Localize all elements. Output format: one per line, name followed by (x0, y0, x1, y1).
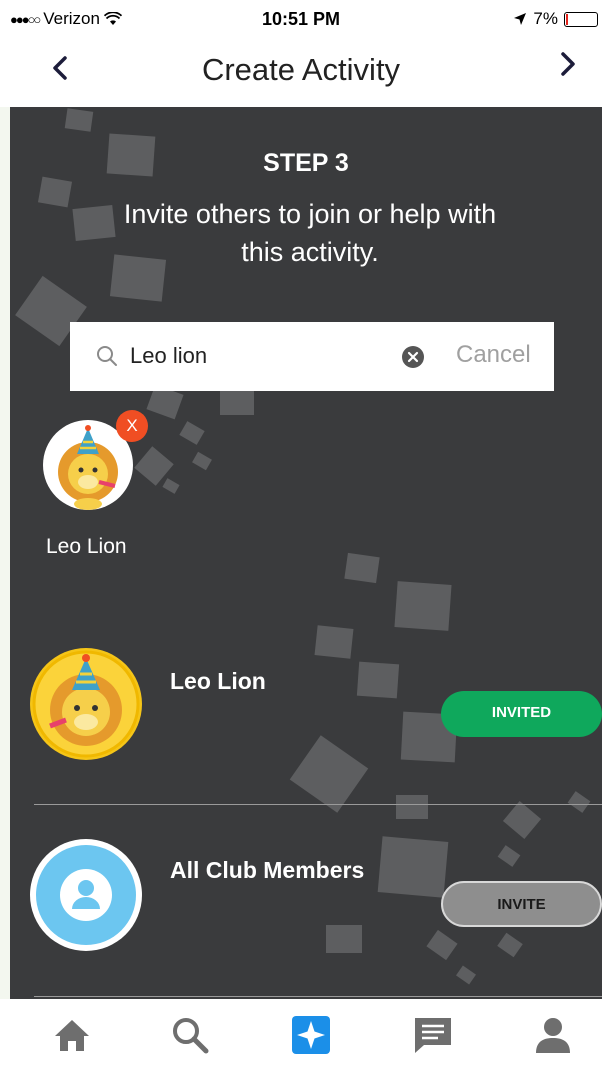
result-avatar-all-club-members[interactable] (30, 839, 142, 951)
decorative-square (162, 478, 180, 494)
battery-percent: 7% (533, 9, 558, 28)
selected-member-name: Leo Lion (46, 535, 127, 558)
tab-bar (0, 999, 602, 1069)
search-input[interactable] (130, 340, 410, 372)
tab-profile[interactable] (531, 1013, 575, 1057)
status-bar: ●●●○○ Verizon 10:51 PM 7% (0, 0, 602, 40)
next-chevron-icon[interactable] (554, 50, 582, 78)
decorative-square (497, 932, 523, 958)
left-edge-strip (0, 107, 10, 999)
page-title: Create Activity (201, 52, 401, 87)
tab-create[interactable] (289, 1013, 333, 1057)
decorative-square (344, 552, 380, 584)
cancel-search-button[interactable]: Cancel (456, 341, 531, 369)
invited-button[interactable]: INVITED (441, 691, 602, 737)
profile-icon (536, 1018, 570, 1053)
create-activity-icon (292, 1016, 330, 1054)
home-icon (55, 1020, 89, 1051)
decorative-square (426, 929, 458, 961)
battery-level (566, 13, 568, 25)
decorative-square (456, 965, 476, 985)
tab-messages[interactable] (411, 1013, 455, 1057)
row-divider (34, 804, 602, 805)
invite-button[interactable]: INVITE (441, 881, 602, 927)
location-arrow-icon (514, 13, 527, 25)
step-title: STEP 3 (263, 149, 349, 177)
search-icon (173, 1018, 209, 1054)
decorative-square (220, 389, 254, 415)
decorative-square (497, 845, 521, 867)
decorative-square (37, 176, 73, 208)
nav-bar: Create Activity (0, 40, 602, 107)
decorative-square (356, 661, 400, 699)
decorative-square (326, 925, 362, 953)
decorative-square (394, 581, 452, 631)
decorative-square (377, 836, 449, 898)
group-avatar-icon (36, 845, 136, 945)
messages-icon (415, 1018, 451, 1053)
result-name-all-club-members: All Club Members (170, 857, 365, 883)
status-right: 7% (513, 9, 598, 29)
clock: 10:51 PM (261, 9, 341, 29)
search-bar: Cancel (70, 322, 554, 391)
decorative-square (314, 625, 354, 659)
search-icon (97, 346, 117, 366)
decorative-square (64, 108, 94, 132)
battery-icon (564, 11, 598, 27)
tab-home[interactable] (50, 1013, 94, 1057)
remove-selected-button[interactable]: X (116, 410, 148, 442)
decorative-square (289, 735, 369, 813)
main-content: STEP 3 Invite others to join or help wit… (10, 107, 602, 999)
row-divider (34, 996, 602, 997)
decorative-square (567, 791, 591, 813)
decorative-square (192, 451, 212, 471)
decorative-square (502, 801, 542, 839)
result-name-leo-lion: Leo Lion (170, 668, 266, 694)
tab-search[interactable] (168, 1013, 212, 1057)
decorative-square (396, 795, 428, 819)
result-avatar-leo-lion[interactable] (30, 648, 142, 760)
decorative-square (179, 421, 205, 445)
step-instructions: Invite others to join or help with this … (123, 199, 497, 267)
lion-avatar-icon (32, 650, 140, 758)
clear-search-icon[interactable] (402, 346, 424, 368)
